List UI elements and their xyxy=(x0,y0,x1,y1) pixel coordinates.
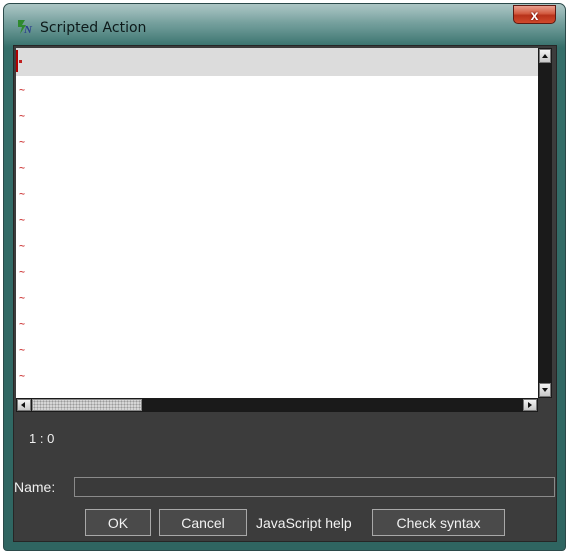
text-caret xyxy=(16,50,18,72)
scroll-left-icon[interactable] xyxy=(17,399,31,411)
script-editor[interactable]: ~~~~~~~~~~~~~ xyxy=(16,48,552,398)
empty-line-marker: ~ xyxy=(19,371,26,382)
horizontal-scroll-thumb[interactable] xyxy=(32,399,142,411)
dialog-window: N Scripted Action x ~~~~~~~~~~~~~ 1 : 0 … xyxy=(3,3,566,551)
empty-line-marker: ~ xyxy=(19,319,26,330)
javascript-help-link[interactable]: JavaScript help xyxy=(256,509,352,536)
empty-line-marker: ~ xyxy=(19,137,26,148)
svg-text:N: N xyxy=(23,24,33,36)
current-line-highlight xyxy=(16,48,539,76)
window-title: Scripted Action xyxy=(40,20,147,36)
dialog-body: ~~~~~~~~~~~~~ 1 : 0 Name: OK Cancel Java… xyxy=(13,45,557,542)
empty-line-marker: ~ xyxy=(19,111,26,122)
vertical-scrollbar[interactable] xyxy=(538,48,552,398)
empty-line-marker: ~ xyxy=(19,345,26,356)
cancel-button[interactable]: Cancel xyxy=(159,509,247,536)
close-icon: x xyxy=(530,6,539,23)
empty-line-marker: ~ xyxy=(19,267,26,278)
app-logo-icon: N xyxy=(18,20,33,36)
cursor-position: 1 : 0 xyxy=(29,431,55,446)
horizontal-scrollbar[interactable] xyxy=(16,398,538,412)
check-syntax-button[interactable]: Check syntax xyxy=(372,509,505,536)
empty-line-marker: ~ xyxy=(19,85,26,96)
empty-line-marker: ~ xyxy=(19,215,26,226)
title-bar[interactable]: N Scripted Action x xyxy=(4,4,565,46)
scroll-down-icon[interactable] xyxy=(539,383,551,397)
close-button[interactable]: x xyxy=(513,5,556,24)
scroll-up-icon[interactable] xyxy=(539,49,551,63)
name-label: Name: xyxy=(14,479,56,495)
empty-line-marker: ~ xyxy=(19,293,26,304)
empty-line-marker: ~ xyxy=(19,163,26,174)
empty-line-marker: ~ xyxy=(19,189,26,200)
name-input[interactable] xyxy=(74,477,555,497)
scroll-right-icon[interactable] xyxy=(523,399,537,411)
first-line-marker xyxy=(19,60,22,63)
empty-line-marker: ~ xyxy=(19,241,26,252)
ok-button[interactable]: OK xyxy=(85,509,151,536)
